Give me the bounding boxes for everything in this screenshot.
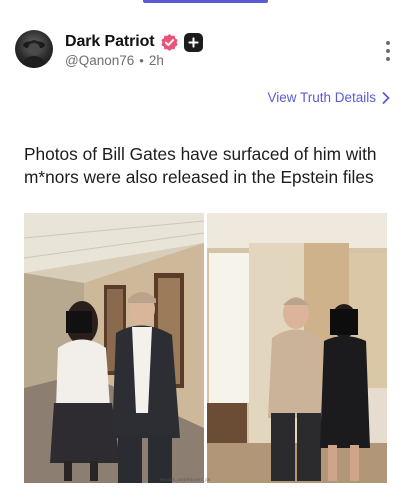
post-body-text: Photos of Bill Gates have surfaced of hi… <box>24 144 377 187</box>
avatar[interactable] <box>15 30 53 68</box>
media-photo-collage <box>24 213 387 483</box>
meta-separator: • <box>139 53 144 68</box>
more-dot <box>386 49 390 53</box>
post-header: Dark Patriot @Qanon76 • 2h <box>15 30 400 72</box>
post-media-image[interactable] <box>24 213 387 483</box>
right-photo <box>207 213 387 483</box>
left-photo <box>24 213 205 483</box>
more-vertical-icon[interactable] <box>381 41 395 61</box>
author-display-name[interactable]: Dark Patriot <box>65 33 155 51</box>
view-truth-details-link[interactable]: View Truth Details <box>267 90 390 105</box>
chevron-right-icon <box>382 91 390 104</box>
author-name-row: Dark Patriot <box>65 32 203 52</box>
photo-divider <box>204 213 207 483</box>
media-watermark: HOUSE_OVERSIGHT_00 <box>160 477 211 482</box>
more-dot <box>386 57 390 61</box>
plus-icon[interactable] <box>183 32 203 52</box>
author-handle[interactable]: @Qanon76 <box>65 53 134 68</box>
view-truth-details-label: View Truth Details <box>267 90 376 105</box>
verified-badge-icon <box>160 33 179 52</box>
author-meta-row: @Qanon76 • 2h <box>65 53 164 68</box>
more-dot <box>386 41 390 45</box>
avatar-image <box>21 40 47 68</box>
active-tab-indicator <box>143 0 268 3</box>
post-timestamp: 2h <box>148 53 164 68</box>
